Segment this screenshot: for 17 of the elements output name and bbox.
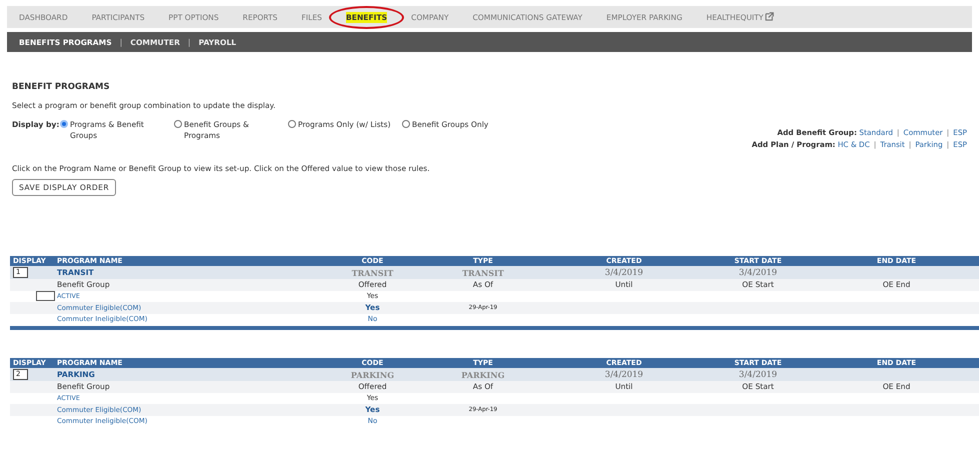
table-cell-text: TRANSIT bbox=[461, 268, 505, 278]
radio-icon[interactable] bbox=[60, 120, 68, 128]
radio-icon[interactable] bbox=[174, 120, 182, 128]
radio-icon[interactable] bbox=[288, 120, 296, 128]
table-cell-text: PARKING bbox=[460, 370, 506, 380]
page-title: BENEFIT PROGRAMS bbox=[12, 82, 111, 92]
table-cell-text: 3/4/2019 bbox=[738, 370, 778, 380]
table-cell-text: PARKING bbox=[350, 370, 396, 380]
separator: | bbox=[120, 38, 122, 46]
separator: | bbox=[188, 38, 191, 46]
table-cell-text: TRANSIT bbox=[350, 268, 394, 278]
external-link-icon bbox=[765, 12, 774, 21]
table-cell-text: 3/4/2019 bbox=[604, 268, 644, 278]
radio-icon[interactable] bbox=[402, 120, 410, 128]
table-cell-text: 3/4/2019 bbox=[738, 268, 778, 278]
order-field[interactable] bbox=[36, 291, 55, 302]
table-cell-text: 3/4/2019 bbox=[604, 370, 644, 380]
